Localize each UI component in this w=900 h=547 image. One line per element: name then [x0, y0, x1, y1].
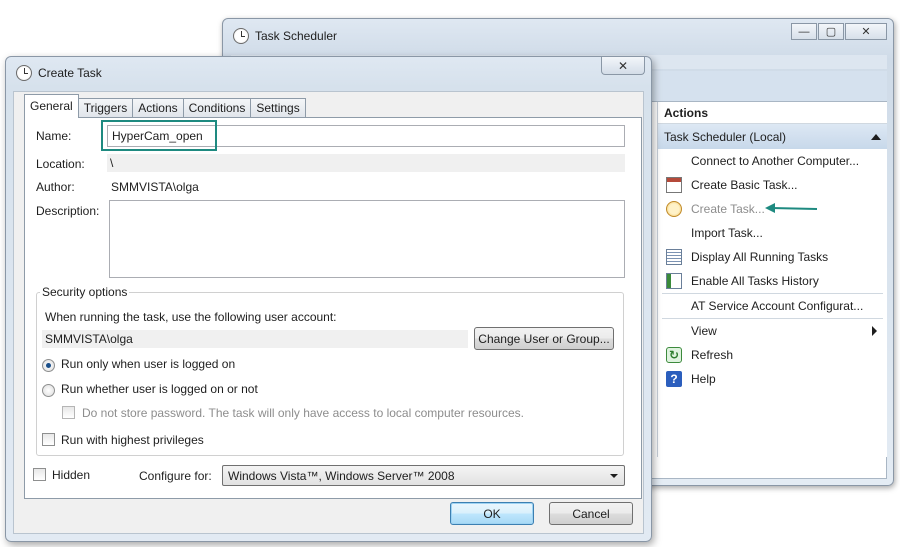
actions-header: Actions — [658, 102, 887, 124]
action-label: Help — [691, 372, 716, 386]
action-label: AT Service Account Configurat... — [691, 299, 864, 313]
tab-settings[interactable]: Settings — [250, 98, 306, 118]
clock-icon — [666, 201, 682, 217]
hidden-label: Hidden — [52, 468, 91, 482]
author-value: SMMVISTA\olga — [111, 180, 199, 194]
clock-icon — [233, 28, 249, 44]
blank-icon — [666, 323, 682, 339]
actions-pane: Actions Task Scheduler (Local) Connect t… — [657, 102, 887, 457]
configure-for-value: Windows Vista™, Windows Server™ 2008 — [228, 469, 455, 483]
collapse-icon[interactable] — [871, 133, 881, 140]
action-label: View — [691, 324, 717, 338]
action-label: Enable All Tasks History — [691, 274, 819, 288]
action-view[interactable]: View — [658, 319, 887, 343]
chevron-down-icon — [610, 474, 618, 478]
list-icon — [666, 249, 682, 265]
highest-privileges-label: Run with highest privileges — [61, 433, 204, 447]
tab-general[interactable]: General — [24, 94, 79, 118]
change-user-button[interactable]: Change User or Group... — [474, 327, 614, 350]
blank-icon — [666, 153, 682, 169]
configure-for-label: Configure for: — [139, 469, 212, 483]
action-label: Create Task... — [691, 202, 765, 216]
dialog-close-button[interactable]: ✕ — [601, 57, 645, 75]
description-textarea[interactable] — [109, 200, 625, 278]
security-options-title: Security options — [40, 285, 130, 299]
action-help[interactable]: ? Help — [658, 367, 887, 391]
tab-triggers[interactable]: Triggers — [77, 98, 134, 118]
description-label: Description: — [36, 204, 100, 218]
highest-privileges-checkbox[interactable] — [42, 433, 55, 446]
window-title: Task Scheduler — [255, 29, 338, 43]
name-input[interactable]: HyperCam_open — [107, 125, 625, 147]
no-store-password-label: Do not store password. The task will onl… — [82, 406, 524, 420]
action-create-basic-task[interactable]: Create Basic Task... — [658, 173, 887, 197]
blank-icon — [666, 225, 682, 241]
radio-whether-logged-on[interactable] — [42, 384, 55, 397]
section-label: Task Scheduler (Local) — [664, 129, 787, 144]
user-account-value: SMMVISTA\olga — [42, 330, 468, 348]
submenu-arrow-icon — [872, 326, 877, 336]
radio-whether-logged-on-label: Run whether user is logged on or not — [61, 382, 258, 396]
annotation-arrow-icon — [765, 203, 818, 213]
location-label: Location: — [36, 157, 85, 171]
help-icon: ? — [666, 371, 682, 387]
action-label: Create Basic Task... — [691, 178, 798, 192]
window-controls: — ▢ ✕ — [790, 23, 887, 40]
action-import-task[interactable]: Import Task... — [658, 221, 887, 245]
location-value: \ — [107, 154, 625, 172]
action-refresh[interactable]: ↻ Refresh — [658, 343, 887, 367]
radio-logged-on-label: Run only when user is logged on — [61, 357, 236, 371]
configure-for-select[interactable]: Windows Vista™, Windows Server™ 2008 — [222, 465, 625, 486]
tab-conditions[interactable]: Conditions — [182, 98, 252, 118]
tab-actions[interactable]: Actions — [132, 98, 184, 118]
dialog-title: Create Task — [38, 66, 102, 80]
history-icon — [666, 273, 682, 289]
task-scheduler-titlebar: Task Scheduler — [233, 27, 337, 45]
close-button[interactable]: ✕ — [845, 23, 887, 40]
account-prompt: When running the task, use the following… — [45, 310, 337, 324]
no-store-password-checkbox[interactable] — [62, 406, 75, 419]
refresh-icon: ↻ — [666, 347, 682, 363]
clock-icon — [16, 65, 32, 81]
action-enable-history[interactable]: Enable All Tasks History — [658, 269, 887, 293]
action-display-running[interactable]: Display All Running Tasks — [658, 245, 887, 269]
action-label: Refresh — [691, 348, 734, 362]
tab-strip: General Triggers Actions Conditions Sett… — [24, 94, 306, 118]
hidden-checkbox[interactable] — [33, 468, 46, 481]
action-label: Display All Running Tasks — [691, 250, 829, 264]
name-label: Name: — [36, 129, 72, 143]
calendar-icon — [666, 177, 682, 193]
blank-icon — [666, 298, 682, 314]
author-label: Author: — [36, 180, 75, 194]
actions-section-header[interactable]: Task Scheduler (Local) — [658, 124, 887, 149]
radio-logged-on[interactable] — [42, 359, 55, 372]
action-connect[interactable]: Connect to Another Computer... — [658, 149, 887, 173]
action-at-service[interactable]: AT Service Account Configurat... — [658, 294, 887, 318]
action-label: Connect to Another Computer... — [691, 154, 860, 168]
dialog-titlebar: Create Task — [16, 65, 102, 81]
minimize-button[interactable]: — — [791, 23, 817, 40]
ok-button[interactable]: OK — [450, 502, 534, 525]
cancel-button[interactable]: Cancel — [549, 502, 633, 525]
maximize-button[interactable]: ▢ — [818, 23, 844, 40]
action-label: Import Task... — [691, 226, 763, 240]
